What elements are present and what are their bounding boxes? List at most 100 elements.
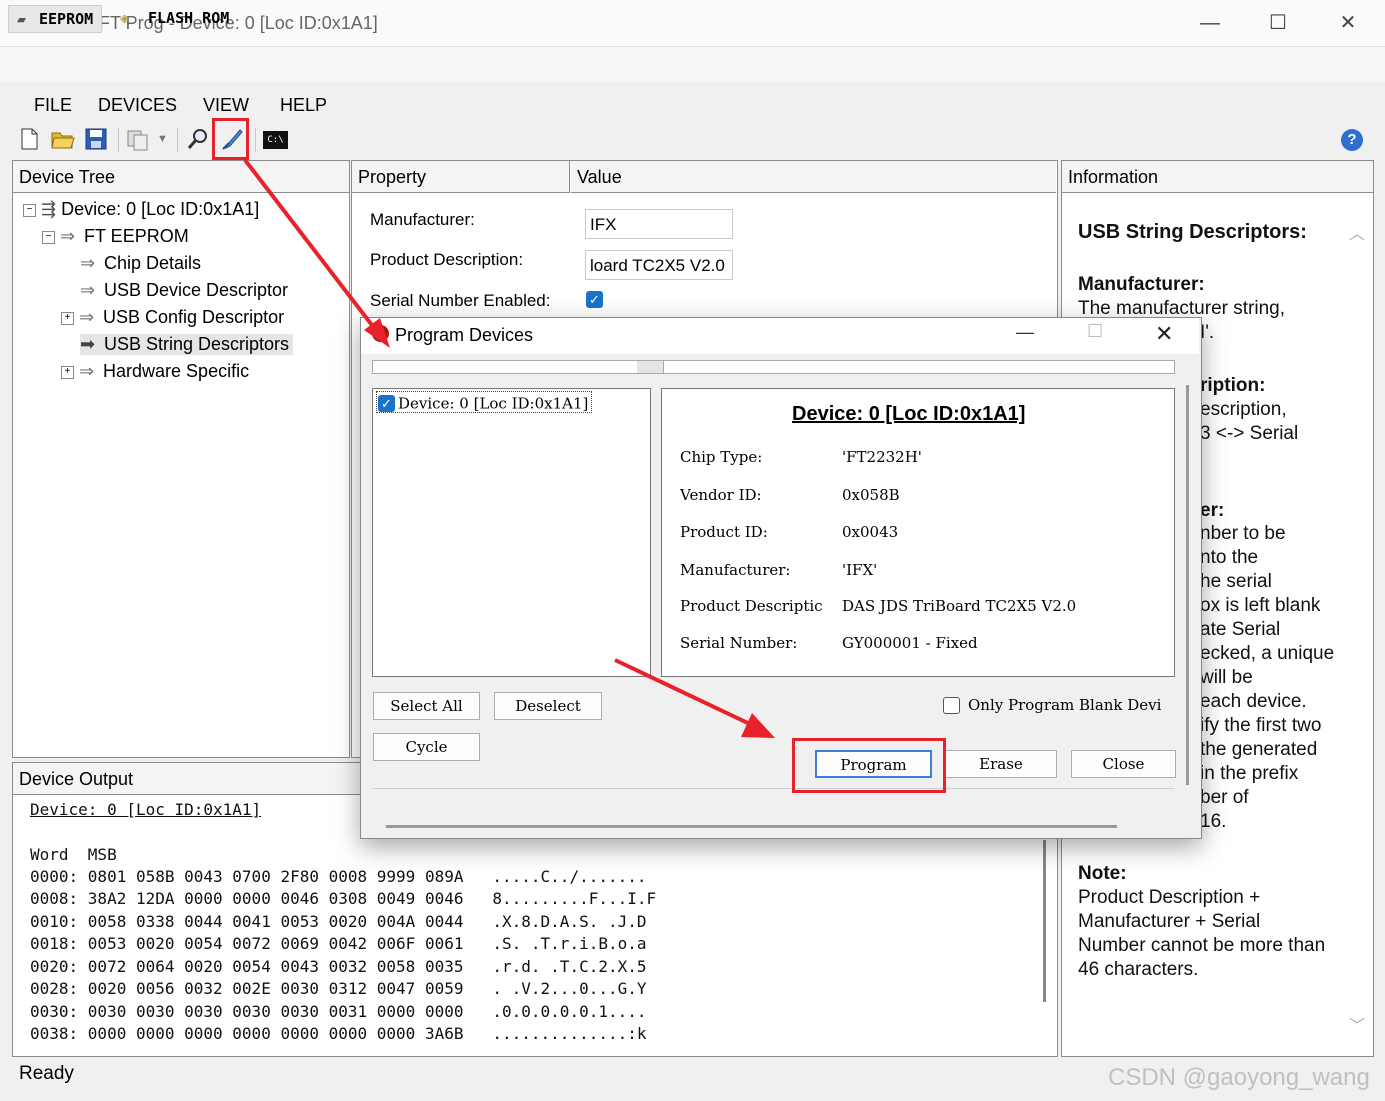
dialog-scrollbar[interactable] bbox=[1186, 385, 1189, 785]
manufacturer-field[interactable]: IFX bbox=[585, 209, 733, 239]
dialog-close-action-button[interactable]: Close bbox=[1071, 750, 1176, 778]
command-prompt-icon[interactable]: C:\ bbox=[263, 131, 288, 149]
only-program-blank-checkbox[interactable] bbox=[943, 697, 960, 714]
info-serial-line: ate Serial bbox=[1200, 619, 1281, 640]
info-description-heading: ription: bbox=[1200, 375, 1266, 396]
tree-item-device[interactable]: − ⇶ Device: 0 [Loc ID:0x1A1] bbox=[23, 199, 259, 220]
output-columns: Word MSB bbox=[30, 845, 117, 864]
new-file-icon[interactable] bbox=[17, 127, 41, 151]
toolbar-divider bbox=[255, 128, 256, 152]
serial-number-detail-label: Serial Number: bbox=[680, 634, 798, 652]
maximize-button[interactable]: ☐ bbox=[1248, 8, 1308, 38]
info-serial-line: nber to be bbox=[1200, 523, 1286, 544]
device-list-item[interactable]: ✓ Device: 0 [Loc ID:0x1A1] bbox=[376, 391, 593, 413]
tree-item-usb-device-descriptor[interactable]: ⇒ USB Device Descriptor bbox=[80, 280, 288, 301]
tab-eeprom[interactable]: ▰ EEPROM bbox=[8, 5, 103, 33]
hex-row: 0018: 0053 0020 0054 0072 0069 0042 006F… bbox=[30, 934, 647, 953]
minimize-button[interactable]: — bbox=[1180, 8, 1240, 38]
tree-item-hardware-specific[interactable]: + ⇒ Hardware Specific bbox=[61, 361, 249, 382]
info-serial-line: nto the bbox=[1200, 547, 1259, 568]
toolbar-divider bbox=[177, 128, 178, 152]
manufacturer-label: Manufacturer: bbox=[370, 210, 475, 229]
chevron-down-icon[interactable]: ▼ bbox=[157, 133, 168, 145]
dialog-maximize-button[interactable]: ☐ bbox=[1087, 321, 1103, 342]
details-title: Device: 0 [Loc ID:0x1A1] bbox=[792, 403, 1026, 425]
hex-row: 0038: 0000 0000 0000 0000 0000 0000 0000… bbox=[30, 1024, 647, 1043]
product-description-detail-label: Product Descriptic bbox=[680, 597, 823, 615]
save-icon[interactable] bbox=[84, 127, 108, 151]
property-header: Property bbox=[352, 161, 570, 193]
dialog-title: Program Devices bbox=[395, 325, 534, 345]
scroll-up-icon[interactable]: ︿ bbox=[1349, 220, 1365, 244]
annotation-highlight-toolbar bbox=[212, 118, 249, 160]
device-list[interactable] bbox=[372, 388, 651, 677]
manufacturer-detail-label: Manufacturer: bbox=[680, 561, 791, 579]
info-serial-heading: er: bbox=[1200, 500, 1225, 521]
search-devices-icon[interactable] bbox=[186, 127, 210, 151]
cycle-button[interactable]: Cycle bbox=[373, 733, 480, 761]
chip-type-label: Chip Type: bbox=[680, 448, 763, 466]
top-tab-strip bbox=[0, 47, 1385, 81]
arrow-icon: ⇒ bbox=[60, 226, 76, 246]
tab-flash-rom[interactable]: ◈ FLASH ROM bbox=[112, 5, 237, 31]
collapse-icon[interactable]: − bbox=[23, 203, 36, 217]
hex-row: 0008: 38A2 12DA 0000 0000 0046 0308 0049… bbox=[30, 889, 657, 908]
arrow-icon: ⇒ bbox=[79, 361, 95, 381]
info-note-heading: Note: bbox=[1078, 863, 1127, 884]
dialog-divider bbox=[372, 788, 1175, 789]
dialog-minimize-button[interactable]: — bbox=[1016, 322, 1034, 343]
tree-item-chip-details[interactable]: ⇒ Chip Details bbox=[80, 253, 201, 274]
product-description-field[interactable]: loard TC2X5 V2.0 bbox=[585, 250, 733, 280]
info-note-line: Product Description + bbox=[1078, 887, 1261, 908]
info-description-line: 3 <-> Serial bbox=[1200, 423, 1299, 444]
close-button[interactable]: ✕ bbox=[1318, 8, 1378, 38]
information-header: Information bbox=[1062, 161, 1373, 193]
menu-view[interactable]: VIEW bbox=[203, 95, 249, 116]
info-note-line: Number cannot be more than bbox=[1078, 935, 1326, 956]
arrow-icon: ⇒ bbox=[80, 253, 96, 273]
dialog-horizontal-scrollbar[interactable] bbox=[386, 825, 1117, 828]
output-scrollbar[interactable] bbox=[1043, 840, 1046, 1002]
scroll-down-icon[interactable]: ﹀ bbox=[1349, 1012, 1365, 1036]
expand-icon[interactable]: + bbox=[61, 311, 74, 325]
product-id-label: Product ID: bbox=[680, 523, 768, 541]
arrow-icon: ➡ bbox=[80, 334, 96, 354]
hex-row: 0000: 0801 058B 0043 0700 2F80 0008 9999… bbox=[30, 867, 647, 886]
info-serial-line: each device. bbox=[1200, 691, 1307, 712]
hex-row: 0030: 0030 0030 0030 0030 0030 0031 0000… bbox=[30, 1002, 647, 1021]
tree-item-ft-eeprom[interactable]: − ⇒ FT EEPROM bbox=[42, 226, 189, 247]
menu-file[interactable]: FILE bbox=[34, 95, 72, 116]
vendor-id-label: Vendor ID: bbox=[680, 486, 762, 504]
hex-row: 0020: 0072 0064 0020 0054 0043 0032 0058… bbox=[30, 957, 647, 976]
flash-icon: ◈ bbox=[120, 9, 130, 27]
dialog-close-button[interactable]: ✕ bbox=[1155, 321, 1173, 347]
deselect-button[interactable]: Deselect bbox=[494, 692, 602, 720]
info-serial-line: ber of bbox=[1200, 787, 1249, 808]
usb-icon: ⇶ bbox=[41, 199, 57, 219]
info-note-line: Manufacturer + Serial bbox=[1078, 911, 1261, 932]
collapse-icon[interactable]: − bbox=[42, 230, 55, 244]
erase-button[interactable]: Erase bbox=[945, 750, 1057, 778]
only-program-blank-label: Only Program Blank Devi bbox=[968, 696, 1162, 714]
menu-help[interactable]: HELP bbox=[280, 95, 327, 116]
info-title: USB String Descriptors: bbox=[1078, 221, 1307, 243]
serial-number-enabled-label: Serial Number Enabled: bbox=[370, 291, 551, 310]
tree-item-usb-config-descriptor[interactable]: + ⇒ USB Config Descriptor bbox=[61, 307, 284, 328]
open-folder-icon[interactable] bbox=[50, 127, 75, 151]
info-serial-line: 16. bbox=[1200, 811, 1227, 832]
vendor-id-value: 0x058B bbox=[842, 486, 900, 504]
serial-number-enabled-checkbox[interactable]: ✓ bbox=[586, 291, 603, 308]
select-all-button[interactable]: Select All bbox=[373, 692, 480, 720]
copy-icon[interactable] bbox=[125, 127, 149, 151]
app-icon bbox=[372, 325, 389, 342]
device-tree-header: Device Tree bbox=[13, 161, 349, 193]
info-note-line: 46 characters. bbox=[1078, 959, 1199, 980]
help-icon[interactable]: ? bbox=[1341, 129, 1363, 151]
info-serial-line: ify the first two bbox=[1200, 715, 1322, 736]
menu-devices[interactable]: DEVICES bbox=[98, 95, 177, 116]
device-tree-panel: Device Tree bbox=[12, 160, 350, 758]
expand-icon[interactable]: + bbox=[61, 365, 74, 379]
tree-item-usb-string-descriptors[interactable]: ➡ USB String Descriptors bbox=[80, 334, 294, 355]
device-checkbox[interactable]: ✓ bbox=[378, 395, 395, 413]
arrow-icon: ⇒ bbox=[80, 280, 96, 300]
